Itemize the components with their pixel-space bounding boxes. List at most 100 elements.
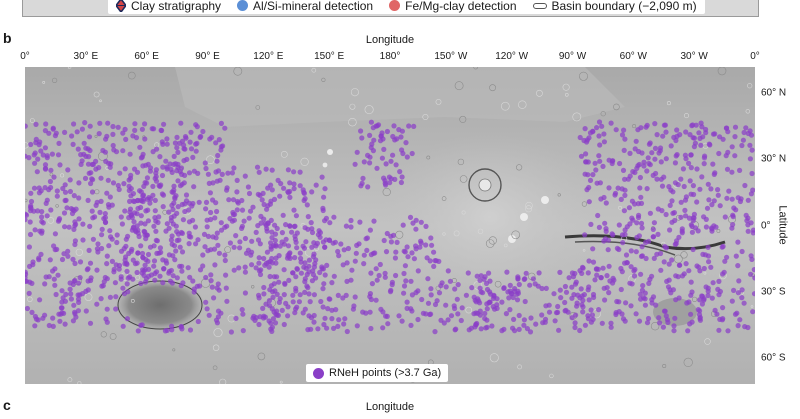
lat-tick-label: 30° N (761, 153, 787, 165)
rneh-point (712, 170, 718, 176)
rneh-point (621, 127, 627, 133)
rneh-point (352, 161, 358, 167)
rneh-point (207, 136, 213, 142)
rneh-point (271, 281, 277, 287)
rneh-point (274, 291, 280, 297)
rneh-point (197, 267, 204, 273)
rneh-point (724, 195, 730, 201)
rneh-point (415, 268, 421, 274)
rneh-point (308, 326, 314, 332)
rneh-point (404, 154, 410, 160)
rneh-point (463, 292, 469, 298)
rneh-point (140, 192, 147, 198)
rneh-point (315, 326, 321, 332)
rneh-point (219, 171, 225, 177)
rneh-point (271, 309, 277, 315)
rneh-point (667, 202, 673, 208)
rneh-point (445, 268, 451, 274)
rneh-point (388, 158, 394, 164)
rneh-point (701, 214, 707, 220)
rneh-point (294, 230, 300, 236)
rneh-point (431, 263, 437, 269)
rneh-point (135, 328, 141, 334)
rneh-point (147, 168, 153, 174)
rneh-point (86, 154, 92, 160)
rneh-point (730, 212, 736, 218)
rneh-point (76, 195, 82, 201)
rneh-point (178, 165, 185, 171)
rneh-point (512, 328, 518, 334)
rneh-point (390, 152, 396, 158)
rneh-point (676, 295, 682, 301)
rneh-point (661, 308, 668, 314)
rneh-point (587, 177, 594, 183)
rneh-point (358, 128, 364, 134)
rneh-point (256, 260, 262, 266)
rneh-point (269, 229, 275, 235)
rneh-point (671, 323, 677, 329)
rneh-point (203, 274, 209, 281)
rneh-point (683, 213, 689, 219)
rneh-point (200, 252, 206, 258)
rneh-point (335, 292, 341, 298)
rneh-point (586, 284, 592, 290)
rneh-point (418, 219, 424, 225)
rneh-point (141, 268, 147, 274)
rneh-point (599, 320, 605, 326)
rneh-point (644, 168, 650, 174)
rneh-point (85, 197, 91, 203)
rneh-point (132, 121, 138, 127)
rneh-point (275, 177, 281, 183)
rneh-point (131, 219, 137, 225)
rneh-point (369, 281, 375, 287)
panel-label-b: b (3, 30, 12, 46)
rneh-point (329, 316, 335, 322)
rneh-point (673, 273, 679, 279)
rneh-point (216, 250, 222, 256)
rneh-point (341, 321, 347, 327)
rneh-point (138, 155, 144, 161)
rneh-point (425, 276, 431, 282)
rneh-point (214, 208, 220, 215)
rneh-point (459, 305, 465, 311)
rneh-point (674, 133, 680, 139)
rneh-point (287, 194, 293, 200)
rneh-point (229, 218, 235, 224)
rneh-point (191, 168, 197, 174)
rneh-point (499, 328, 505, 334)
rneh-point (102, 219, 109, 225)
rneh-point (300, 187, 306, 193)
rneh-point (465, 270, 471, 276)
rneh-point (336, 317, 342, 323)
rneh-point (54, 193, 60, 199)
rneh-point (482, 310, 488, 317)
rneh-point (108, 234, 114, 240)
rneh-point (652, 145, 659, 151)
rneh-point (739, 295, 745, 301)
rneh-point (415, 316, 421, 323)
rneh-point (44, 197, 50, 203)
rneh-point (263, 166, 269, 172)
rneh-point (99, 232, 105, 238)
rneh-point (586, 258, 592, 264)
rneh-point (410, 220, 416, 226)
rneh-point (644, 186, 650, 192)
rneh-point (206, 312, 212, 318)
rneh-point (59, 288, 65, 294)
rneh-point (152, 277, 158, 283)
rneh-point (53, 291, 59, 298)
rneh-point (153, 228, 159, 234)
rneh-point (50, 125, 56, 131)
rneh-point (119, 221, 125, 227)
lon-tick-label: 30° W (680, 51, 708, 62)
pavonis-mons (520, 213, 528, 221)
rneh-point (646, 141, 653, 147)
rneh-point (597, 180, 604, 186)
rneh-point (741, 129, 747, 136)
rneh-point (93, 166, 99, 172)
rneh-point (204, 306, 210, 312)
rneh-point (309, 244, 315, 250)
rneh-point (431, 249, 437, 255)
rneh-point (153, 218, 159, 224)
rneh-point (82, 175, 89, 181)
